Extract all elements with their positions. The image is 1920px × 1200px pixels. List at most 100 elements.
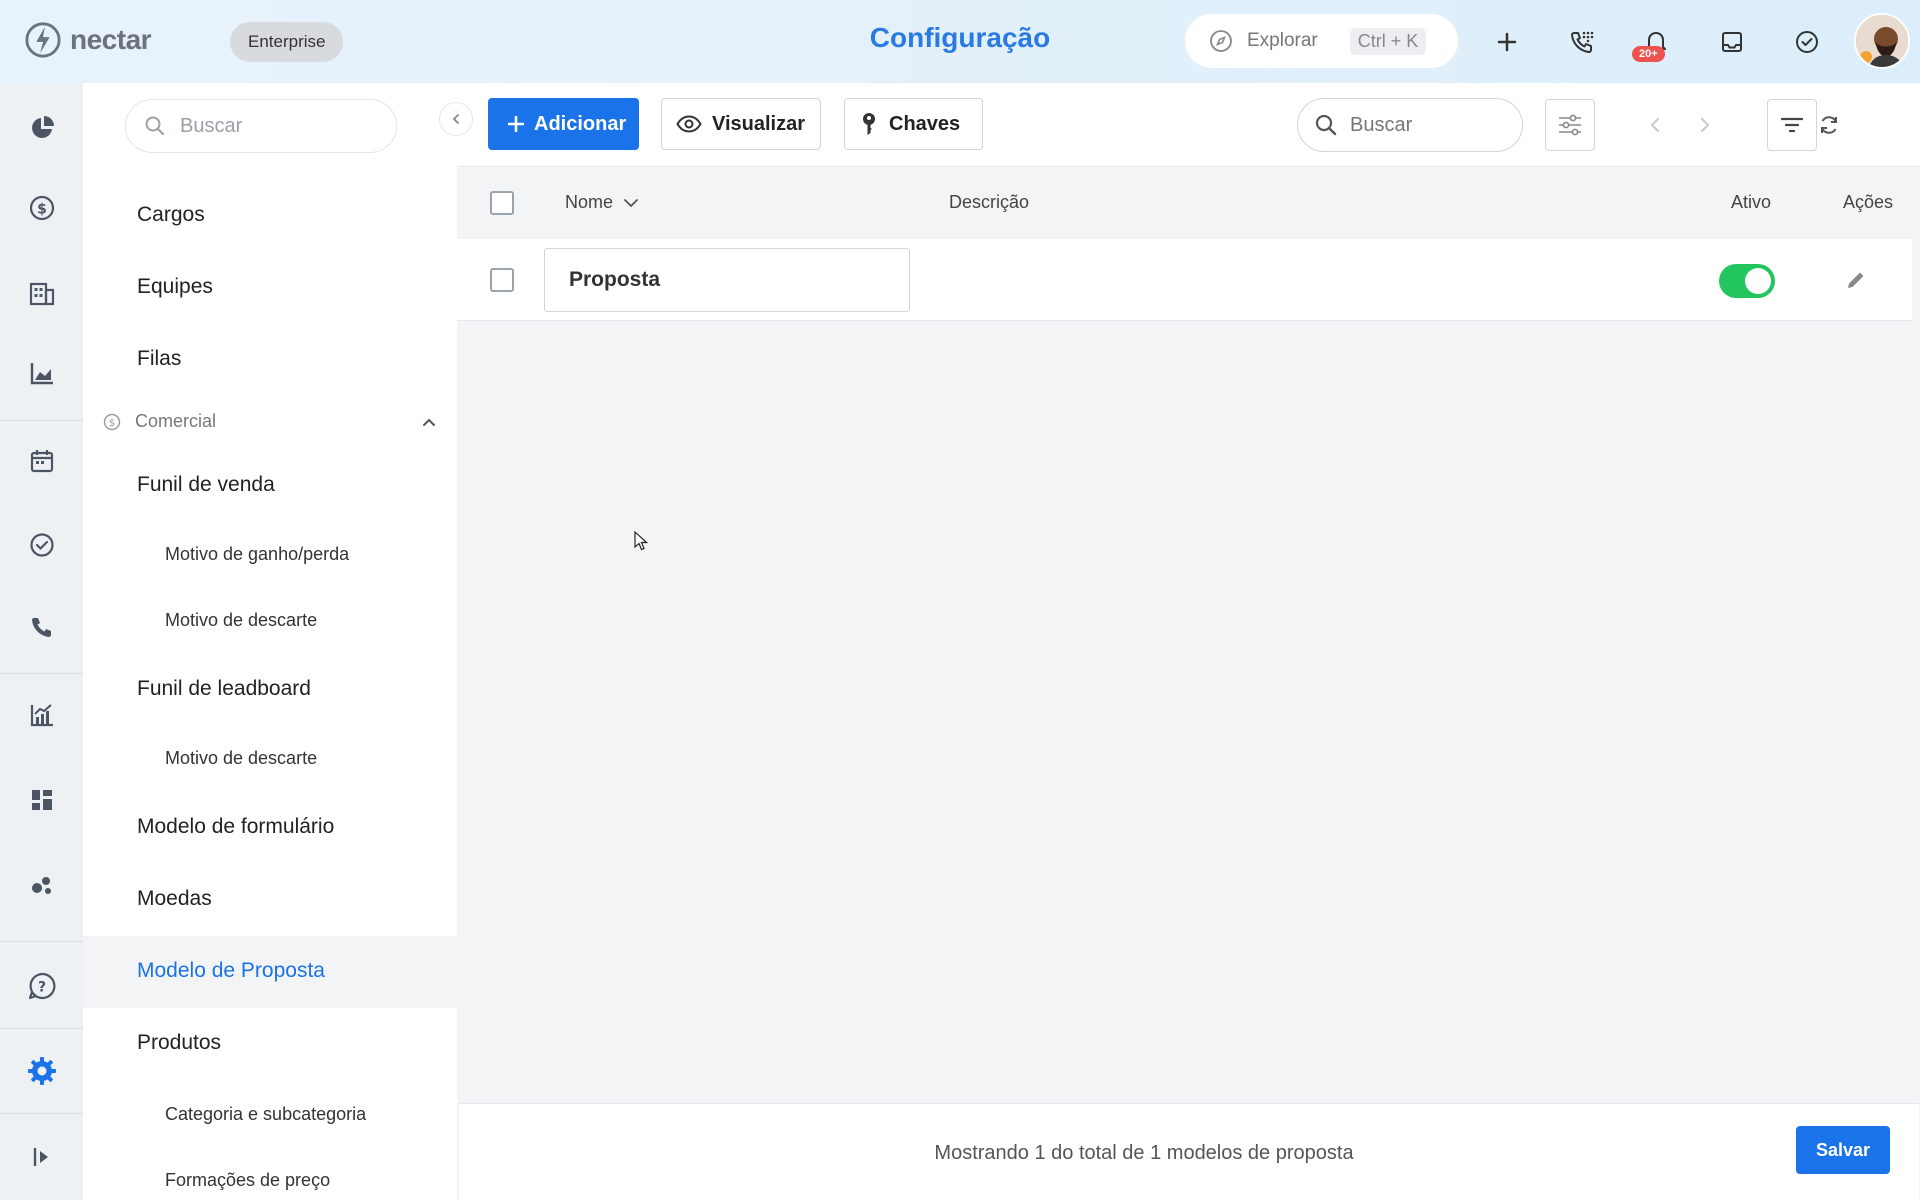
rail-widgets-button[interactable] [22,780,62,820]
table-search-input[interactable]: Buscar [1297,98,1523,152]
sidebar-item-produtos[interactable]: Produtos [137,1031,221,1055]
sliders-icon [1559,114,1581,136]
sidebar-item-funil-de-venda[interactable]: Funil de venda [137,473,275,497]
rail-analytics-button[interactable] [22,695,62,735]
phone-dialpad-icon [1571,31,1594,53]
svg-text:$: $ [109,418,115,429]
dialer-button[interactable] [1564,24,1600,60]
left-rail: $ ? [0,83,83,1200]
previous-page-button[interactable] [1643,111,1667,139]
rail-divider [0,420,83,421]
results-summary: Mostrando 1 do total de 1 modelos de pro… [934,1142,1354,1164]
pencil-icon [1848,272,1864,288]
rail-divider [0,1113,83,1114]
sidebar-item-motivo-descarte[interactable]: Motivo de descarte [165,610,317,631]
rail-dashboard-button[interactable] [22,108,62,148]
compass-icon [1210,30,1232,52]
rail-calendar-button[interactable] [22,441,62,481]
search-icon [145,116,165,136]
rail-reports-button[interactable] [22,353,62,393]
explore-label: Explorar [1247,30,1318,51]
column-name-label: Nome [565,192,614,212]
collapse-sidebar-button[interactable] [439,102,473,136]
plus-icon [1497,32,1517,52]
dashboard-grid-icon [32,790,52,810]
settings-sidebar: Buscar Cargos Equipes Filas $ Comercial … [83,83,457,1200]
section-label: Comercial [135,411,217,431]
sidebar-section-comercial[interactable]: $ Comercial [103,411,437,432]
trending-chart-icon [30,704,53,727]
gear-icon [28,1057,56,1085]
inbox-button[interactable] [1714,24,1750,60]
app-logo[interactable]: nectar [24,20,152,60]
chevron-left-icon [1650,118,1659,132]
row-checkbox[interactable] [490,268,514,292]
bubbles-icon [32,877,51,894]
sidebar-item-equipes[interactable]: Equipes [137,275,213,299]
rail-tasks-button[interactable] [22,525,62,565]
sidebar-item-modelo-formulario[interactable]: Modelo de formulário [137,815,334,839]
add-button[interactable] [1489,24,1525,60]
toolbar: Adicionar Visualizar Chaves Buscar [457,83,1920,167]
select-all-checkbox[interactable] [490,191,514,215]
table-search-placeholder: Buscar [1350,113,1413,136]
save-button[interactable]: Salvar [1796,1126,1890,1174]
search-icon [1315,114,1337,136]
top-bar: nectar Enterprise Configuração Explorar … [0,0,1920,83]
view-button-label: Visualizar [712,112,806,135]
user-avatar[interactable] [1854,13,1910,69]
check-circle-icon [1796,31,1818,53]
plus-icon [508,116,524,132]
svg-text:?: ? [38,980,46,996]
footer-bar: Mostrando 1 do total de 1 modelos de pro… [459,1103,1919,1200]
column-header-active: Ativo [1731,192,1772,212]
table-header: Nome Descrição Ativo Ações [457,168,1920,238]
rail-deals-button[interactable]: $ [22,188,62,228]
add-button[interactable]: Adicionar [488,98,639,150]
area-chart-icon [30,363,53,385]
toggle-knob [1745,268,1771,294]
calendar-icon [30,450,54,473]
rail-settings-button[interactable] [22,1051,62,1091]
tasks-button[interactable] [1789,24,1825,60]
help-chat-icon: ? [28,972,56,1000]
chevron-right-icon [1701,118,1710,132]
row-name-field[interactable]: Proposta [544,248,910,312]
sidebar-item-motivo-ganho-perda[interactable]: Motivo de ganho/perda [165,544,349,565]
dollar-circle-icon: $ [29,195,55,221]
chevron-down-icon [624,198,638,207]
notifications-count-badge: 20+ [1632,46,1665,62]
sidebar-item-moedas[interactable]: Moedas [137,887,212,911]
rail-help-button[interactable]: ? [22,966,62,1006]
key-icon [863,113,875,135]
sidebar-item-filas[interactable]: Filas [137,347,181,371]
sidebar-item-motivo-descarte-leadboard[interactable]: Motivo de descarte [165,748,317,769]
keys-button-label: Chaves [889,112,961,135]
rail-calls-button[interactable] [22,608,62,648]
edit-button[interactable] [1842,266,1870,294]
keys-button[interactable]: Chaves [844,98,983,150]
refresh-button[interactable] [1813,109,1845,141]
next-page-button[interactable] [1693,111,1717,139]
filter-button[interactable] [1767,99,1817,151]
status-dot [1860,51,1872,63]
sidebar-search-input[interactable]: Buscar [125,99,397,153]
rail-integrations-button[interactable] [22,865,62,905]
sidebar-item-categoria-subcategoria[interactable]: Categoria e subcategoria [165,1104,366,1125]
sidebar-item-funil-de-leadboard[interactable]: Funil de leadboard [137,677,311,701]
explore-shortcut: Ctrl + K [1349,27,1427,55]
expand-sidebar-icon [33,1148,48,1166]
sidebar-item-cargos[interactable]: Cargos [137,203,205,227]
active-toggle[interactable] [1719,264,1775,298]
refresh-icon [1821,116,1837,134]
rail-companies-button[interactable] [22,273,62,313]
column-header-name[interactable]: Nome [565,192,639,213]
column-settings-button[interactable] [1545,99,1595,151]
sidebar-item-formacoes-preco[interactable]: Formações de preço [165,1170,330,1191]
rail-expand-button[interactable] [22,1137,62,1177]
sidebar-item-modelo-proposta[interactable]: Modelo de Proposta [137,959,325,983]
rail-divider [0,1028,83,1029]
building-icon [29,282,55,306]
explore-search-button[interactable]: Explorar Ctrl + K [1185,14,1458,68]
view-button[interactable]: Visualizar [661,98,821,150]
